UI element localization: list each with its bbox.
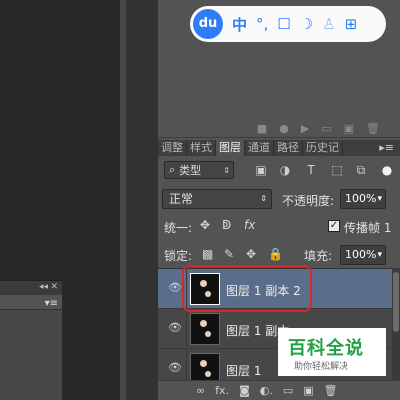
lock-transparency-icon[interactable]: ▩: [202, 247, 213, 261]
shape-filter-icon[interactable]: ⬚: [330, 163, 344, 177]
layer-style-icon[interactable]: fx.: [215, 384, 229, 397]
baike-watermark: 百科全说 助你轻松解决: [278, 328, 386, 376]
lock-position-icon[interactable]: ✥: [246, 247, 256, 261]
watermark-subtitle: 助你轻松解决: [294, 362, 349, 372]
layer-filter-row: ⌕ 类型 ⇕ ▣ ◑ T ⬚ ⧉ ●: [158, 156, 400, 184]
layer-thumbnail: [190, 273, 220, 305]
tab-paths[interactable]: 路径: [274, 140, 303, 156]
new-group-icon[interactable]: ▭: [283, 384, 293, 397]
user-icon[interactable]: ♙: [322, 15, 335, 33]
add-mask-icon[interactable]: ◙: [239, 384, 250, 397]
opacity-field[interactable]: 100% ▾: [340, 189, 386, 209]
upper-panel-toolbar: ■ ● ▶ ▭ ▣ 🗑: [158, 120, 400, 138]
opacity-label: 不透明度:: [282, 194, 335, 208]
record-icon[interactable]: ●: [279, 122, 289, 135]
punctuation-icon[interactable]: °,: [256, 15, 268, 33]
scrollbar-thumb[interactable]: [393, 272, 399, 332]
floating-panel: ◂◂ ✕ ▾≡: [0, 280, 62, 400]
divider: [186, 309, 187, 349]
layer-name: 图层 1 副本 2: [226, 284, 301, 298]
close-icon[interactable]: ✕: [50, 282, 58, 292]
adjustment-filter-icon[interactable]: ◑: [278, 163, 292, 177]
panel-menu-icon[interactable]: ▾≡: [45, 298, 58, 309]
propagate-frame-label: 传播帧 1: [344, 221, 392, 235]
chevron-updown-icon: ⇕: [260, 194, 267, 203]
new-layer-icon[interactable]: ▣: [303, 384, 313, 397]
lock-all-icon[interactable]: 🔒: [268, 247, 283, 261]
filter-toggle-icon[interactable]: ●: [380, 163, 394, 177]
eye-icon[interactable]: 👁: [168, 361, 182, 374]
stop-icon[interactable]: ■: [257, 122, 267, 135]
tab-layers[interactable]: 图层: [216, 140, 245, 156]
unify-row: 统一: ✥ ↁ fx ✓ 传播帧 1: [158, 214, 400, 240]
fill-field[interactable]: 100% ▾: [340, 245, 386, 265]
fill-value: 100%: [345, 248, 377, 261]
night-mode-icon[interactable]: ☽: [300, 15, 313, 33]
layer-row[interactable]: 👁 图层 1 副本 2: [158, 269, 392, 309]
chevron-down-icon: ▾: [377, 194, 382, 204]
unify-visibility-icon[interactable]: ↁ: [222, 218, 231, 232]
tab-adjustments[interactable]: 调整: [158, 140, 187, 156]
blend-mode-select[interactable]: 正常 ⇕: [162, 189, 272, 209]
new-item-icon[interactable]: ▣: [344, 122, 354, 135]
lock-label: 锁定:: [164, 249, 193, 263]
propagate-checkbox[interactable]: ✓: [328, 220, 340, 232]
filter-type-select[interactable]: ⌕ 类型 ⇕: [164, 161, 234, 179]
tab-history[interactable]: 历史记: [303, 140, 343, 156]
filter-type-label: 类型: [179, 164, 202, 177]
lock-row: 锁定: ▩ ✎ ✥ 🔒 填充: 100% ▾: [158, 243, 400, 267]
unify-label: 统一:: [164, 221, 193, 235]
layer-thumbnail: [190, 313, 220, 345]
pixel-filter-icon[interactable]: ▣: [254, 163, 268, 177]
divider: [186, 269, 187, 309]
unify-style-icon[interactable]: fx: [244, 218, 255, 232]
fill-label: 填充:: [304, 249, 333, 263]
chevron-updown-icon: ⇕: [223, 165, 230, 175]
lock-pixels-icon[interactable]: ✎: [224, 247, 234, 261]
blend-mode-value: 正常: [169, 192, 194, 206]
link-layers-icon[interactable]: ∞: [196, 384, 205, 397]
eye-icon[interactable]: 👁: [168, 321, 182, 334]
opacity-value: 100%: [345, 192, 377, 205]
baidu-logo[interactable]: du: [193, 9, 223, 39]
blend-row: 正常 ⇕ 不透明度: 100% ▾: [158, 186, 400, 212]
tab-channels[interactable]: 通道: [245, 140, 274, 156]
type-filter-icon[interactable]: T: [304, 163, 318, 177]
panel-tabs: 调整 样式 图层 通道 路径 历史记 ▸≡: [158, 140, 400, 156]
search-icon: ⌕: [169, 163, 176, 176]
tab-styles[interactable]: 样式: [187, 140, 216, 156]
trash-icon[interactable]: 🗑: [366, 122, 380, 135]
watermark-title: 百科全说: [288, 338, 364, 359]
grid-menu-icon[interactable]: ⊞: [345, 15, 358, 33]
panel-menu-icon[interactable]: ▸≡: [373, 140, 400, 156]
adjustment-layer-icon[interactable]: ◐.: [260, 384, 273, 397]
layers-bottom-toolbar: ∞ fx. ◙ ◐. ▭ ▣ 🗑: [158, 380, 400, 400]
unify-position-icon[interactable]: ✥: [200, 218, 210, 232]
floating-panel-body: [0, 309, 62, 400]
folder-icon[interactable]: ▭: [321, 122, 331, 135]
input-method-toolbar: du 中 °, ☐ ☽ ♙ ⊞: [190, 6, 386, 42]
layers-scrollbar[interactable]: [392, 268, 400, 380]
play-icon[interactable]: ▶: [301, 122, 309, 135]
skin-icon[interactable]: ☐: [277, 15, 290, 33]
chevron-down-icon: ▾: [377, 250, 382, 260]
dock-gutter: [126, 0, 158, 400]
floating-panel-header: ◂◂ ✕: [0, 281, 62, 295]
eye-icon[interactable]: 👁: [168, 281, 182, 294]
collapse-icon[interactable]: ◂◂: [39, 282, 48, 292]
delete-layer-icon[interactable]: 🗑: [324, 384, 338, 397]
chinese-input-icon[interactable]: 中: [232, 14, 247, 35]
layer-name: 图层 1: [226, 364, 262, 378]
smart-object-filter-icon[interactable]: ⧉: [354, 163, 368, 177]
